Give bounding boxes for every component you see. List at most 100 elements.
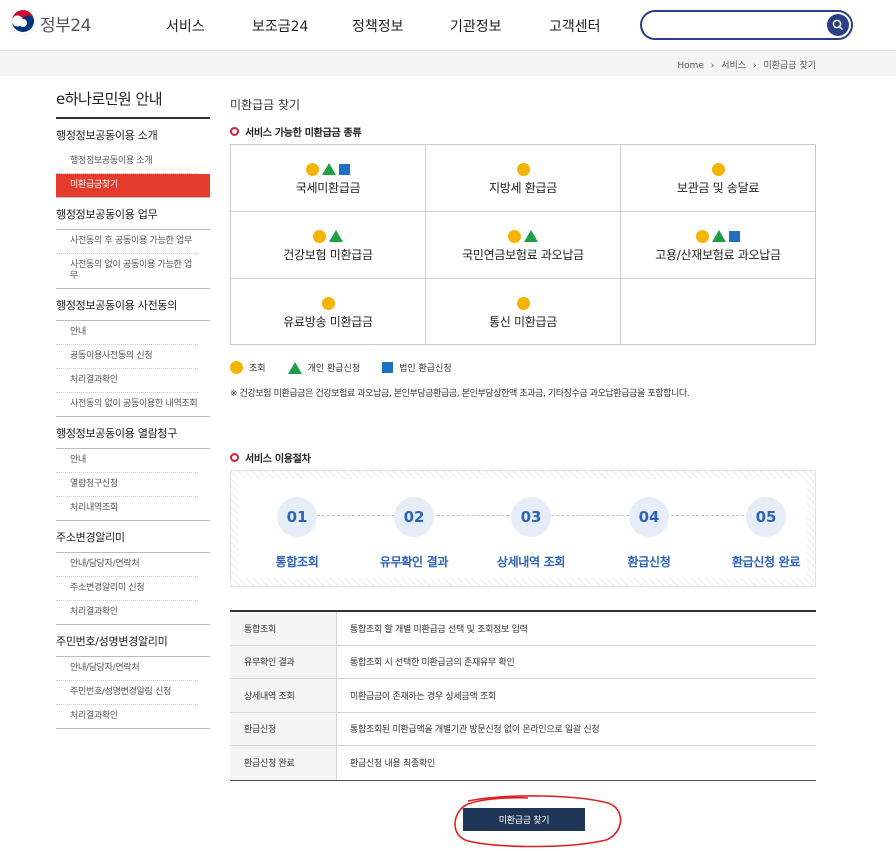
refund-type-cell: 보관금 및 송달료 xyxy=(621,145,815,212)
process-steps: 01 통합조회 02 유무확인 결과 03 상세내역 조회 04 환급신청 05… xyxy=(230,470,816,587)
sidebar-item[interactable]: 처리결과확인 xyxy=(56,601,198,624)
square-icon xyxy=(382,362,394,373)
search-icon xyxy=(832,19,844,31)
square-icon xyxy=(729,230,740,242)
table-header-cell: 상세내역 조회 xyxy=(230,679,337,712)
sidebar-item[interactable]: 안내 xyxy=(56,449,198,473)
sidebar-item[interactable]: 처리내역조회 xyxy=(56,497,198,520)
refund-type-label: 국세미환급금 xyxy=(295,181,361,195)
sidebar: e하나로민원 안내 행정정보공동이용 소개 행정정보공동이용 소개 미환급금찾기… xyxy=(56,88,210,729)
sidebar-item-active[interactable]: 미환급금찾기 xyxy=(56,174,210,197)
circle-icon xyxy=(516,296,530,310)
sidebar-heading[interactable]: 행정정보공동이용 업무 xyxy=(56,198,210,229)
circle-icon xyxy=(313,229,326,243)
sidebar-item[interactable]: 공동이용사전동의 신청 xyxy=(56,345,198,369)
refund-type-cell: 국민연금보험료 과오납금 xyxy=(426,212,621,279)
sidebar-item[interactable]: 사전동의 후 공동이용 가능한 업무 xyxy=(56,230,198,254)
sidebar-item[interactable]: 주민번호/성명변경알림 신청 xyxy=(56,681,198,705)
sidebar-item[interactable]: 행정정보공동이용 소개 xyxy=(56,150,198,174)
sidebar-group: 행정정보공동이용 열람청구 안내 열람청구신청 처리내역조회 xyxy=(56,417,210,521)
step-label: 환급신청 xyxy=(627,555,671,569)
refund-type-label: 지방세 환급금 xyxy=(489,181,557,195)
sidebar-item[interactable]: 안내 xyxy=(56,321,198,345)
sidebar-heading[interactable]: 행정정보공동이용 소개 xyxy=(56,119,210,150)
sidebar-item[interactable]: 열람청구신청 xyxy=(56,473,198,497)
sidebar-heading[interactable]: 행정정보공동이용 사전동의 xyxy=(56,289,210,320)
refund-type-cell: 고용/산재보험료 과오납금 xyxy=(621,212,815,279)
nav-subsidy24[interactable]: 보조금24 xyxy=(252,16,308,36)
legend-label: 조회 xyxy=(249,364,266,374)
circle-icon xyxy=(321,296,335,310)
nav-policy-info[interactable]: 정책정보 xyxy=(352,16,404,36)
sidebar-group: 주민번호/성명변경알리미 안내/담당자/연락처 주민번호/성명변경알림 신청 처… xyxy=(56,625,210,729)
refund-type-cell: 지방세 환급금 xyxy=(426,145,621,212)
chevron-right-icon: › xyxy=(710,61,715,71)
table-header-cell: 통합조회 xyxy=(230,612,337,645)
table-row: 환급신청 통합조회된 미환급액을 개별기관 방문신청 없이 온라인으로 일괄 신… xyxy=(230,712,816,746)
sidebar-item[interactable]: 사전동의 없이 공동이용 가능한 업무 xyxy=(56,254,198,288)
sidebar-heading[interactable]: 주소변경알리미 xyxy=(56,521,210,552)
sidebar-heading[interactable]: 행정정보공동이용 열람청구 xyxy=(56,417,210,448)
main-content: 미환급금 찾기 xyxy=(230,96,816,113)
sidebar-item[interactable]: 처리결과확인 xyxy=(56,705,198,728)
circle-icon xyxy=(516,162,530,176)
legend-label: 개인 환급신청 xyxy=(307,364,361,374)
step-number: 02 xyxy=(394,497,434,537)
search-input[interactable] xyxy=(654,16,824,34)
page-title: 미환급금 찾기 xyxy=(230,98,301,112)
search-button[interactable] xyxy=(827,14,849,36)
process-table: 통합조회 통합조회 할 개별 미환급금 선택 및 조회정보 입력 유무확인 결과… xyxy=(230,610,816,781)
legend-item: 조회 xyxy=(230,361,266,374)
step: 02 유무확인 결과 xyxy=(359,497,469,570)
step: 03 상세내역 조회 xyxy=(476,497,586,570)
sidebar-item[interactable]: 안내/담당자/연락처 xyxy=(56,553,198,577)
triangle-icon xyxy=(287,361,302,374)
section-title: 서비스 이용절차 xyxy=(230,450,311,465)
refund-type-label: 고용/산재보험료 과오납금 xyxy=(655,248,781,262)
footnote: ※ 건강보험 미환급금은 건강보험료 과오납금, 본인부담금환급금, 본인부담상… xyxy=(230,389,690,399)
table-cell: 환급신청 내용 최종확인 xyxy=(350,759,435,770)
table-row: 환급신청 완료 환급신청 내용 최종확인 xyxy=(230,746,816,780)
sidebar-title: e하나로민원 안내 xyxy=(56,88,210,119)
logo[interactable]: 정부24 xyxy=(10,10,91,36)
sidebar-item[interactable]: 안내/담당자/연락처 xyxy=(56,657,198,681)
breadcrumb: Home › 서비스 › 미환급금 찾기 xyxy=(675,58,818,71)
circle-icon xyxy=(508,229,521,243)
refund-type-label: 통신 미환급금 xyxy=(489,315,557,329)
bullet-icon xyxy=(230,453,239,462)
sidebar-item[interactable]: 처리결과확인 xyxy=(56,369,198,393)
taegeuk-logo-icon xyxy=(10,10,36,36)
refund-type-grid: 국세미환급금 지방세 환급금 보관금 및 송달료 건강보험 미환급금 국민연금보… xyxy=(230,144,816,345)
nav-service[interactable]: 서비스 xyxy=(166,16,205,36)
circle-icon xyxy=(230,361,243,374)
table-cell: 미환급금이 존재하는 경우 상세금액 조회 xyxy=(350,691,496,702)
sidebar-group: 행정정보공동이용 소개 행정정보공동이용 소개 미환급금찾기 xyxy=(56,119,210,198)
section-title: 서비스 가능한 미환급금 종류 xyxy=(230,124,362,139)
step-label: 통합조회 xyxy=(275,555,319,569)
sidebar-item[interactable]: 사전동의 없이 공동이용한 내역조회 xyxy=(56,393,198,416)
breadcrumb-current: 미환급금 찾기 xyxy=(763,61,816,71)
breadcrumb-home[interactable]: Home xyxy=(677,61,704,71)
sidebar-group: 행정정보공동이용 업무 사전동의 후 공동이용 가능한 업무 사전동의 없이 공… xyxy=(56,198,210,289)
sidebar-group: 행정정보공동이용 사전동의 안내 공동이용사전동의 신청 처리결과확인 사전동의… xyxy=(56,289,210,417)
nav-agency-info[interactable]: 기관정보 xyxy=(450,16,502,36)
breadcrumb-service[interactable]: 서비스 xyxy=(721,61,746,71)
refund-type-cell: 국세미환급금 xyxy=(231,145,426,212)
sidebar-heading[interactable]: 주민번호/성명변경알리미 xyxy=(56,625,210,656)
refund-type-label: 유료방송 미환급금 xyxy=(283,315,373,329)
table-header-cell: 환급신청 xyxy=(230,712,337,745)
refund-type-label: 보관금 및 송달료 xyxy=(676,181,760,195)
step-number: 05 xyxy=(746,497,786,537)
legend: 조회 개인 환급신청 법인 환급신청 xyxy=(230,361,474,374)
legend-item: 개인 환급신청 xyxy=(287,361,361,374)
sidebar-item[interactable]: 주소변경알리미 신청 xyxy=(56,577,198,601)
step-number: 01 xyxy=(277,497,317,537)
step-label: 유무확인 결과 xyxy=(379,555,449,569)
step: 04 환급신청 xyxy=(594,497,704,570)
nav-customer-center[interactable]: 고객센터 xyxy=(549,16,601,36)
circle-icon xyxy=(306,162,319,176)
find-refund-button[interactable]: 미환급금 찾기 xyxy=(463,808,585,831)
refund-type-cell-empty xyxy=(621,279,815,344)
refund-type-label: 국민연금보험료 과오납금 xyxy=(462,248,584,262)
table-row: 통합조회 통합조회 할 개별 미환급금 선택 및 조회정보 입력 xyxy=(230,612,816,646)
